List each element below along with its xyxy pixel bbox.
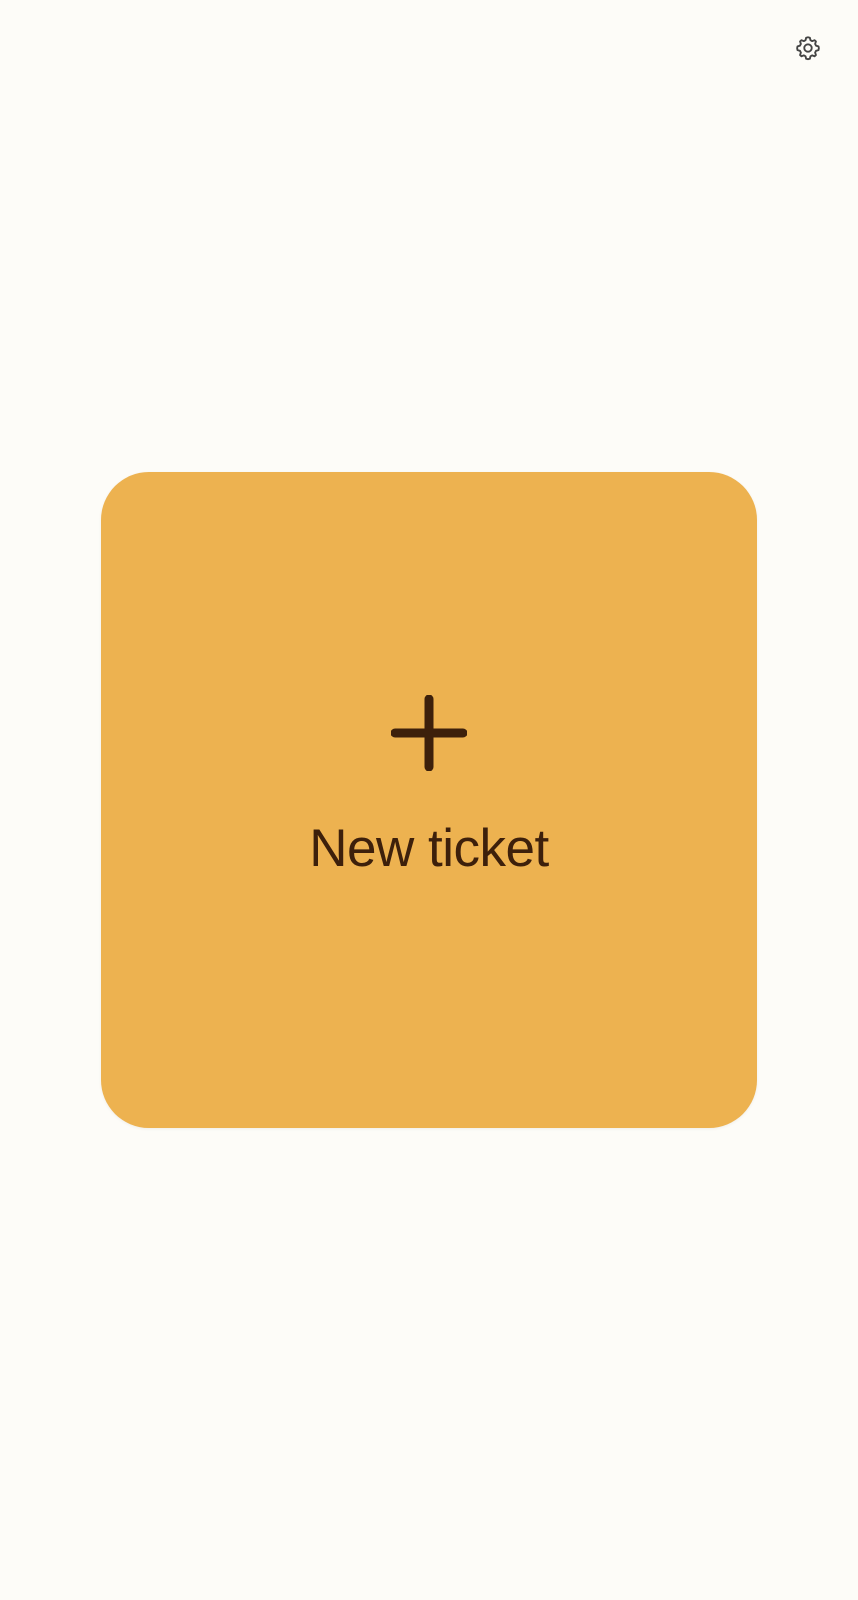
gear-icon bbox=[794, 34, 822, 62]
plus-icon bbox=[391, 695, 467, 771]
settings-button[interactable] bbox=[790, 30, 826, 66]
new-ticket-button[interactable]: New ticket bbox=[101, 472, 757, 1128]
new-ticket-label: New ticket bbox=[309, 819, 549, 878]
